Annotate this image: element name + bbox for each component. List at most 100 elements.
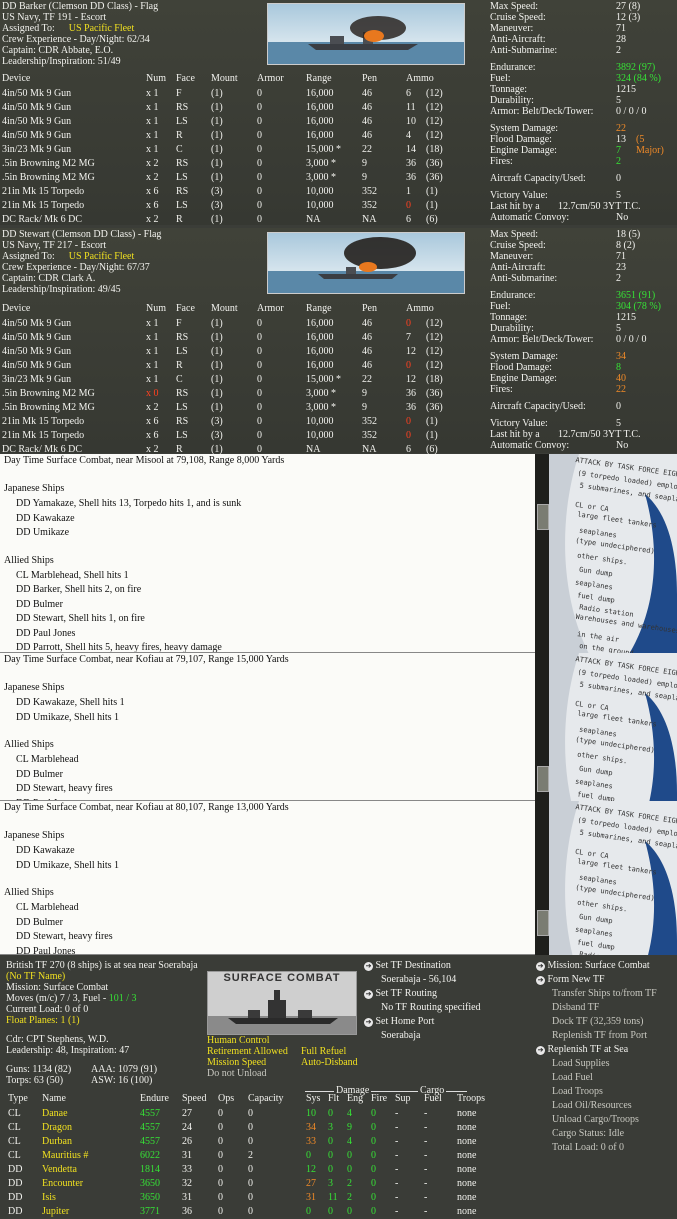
stat-value: 0 / 0 / 0: [616, 106, 647, 117]
stat-value: 40: [616, 373, 626, 384]
tf-action[interactable]: Disband TF: [552, 1002, 599, 1013]
weapon-face: F: [176, 88, 182, 99]
col-ops[interactable]: Ops: [218, 1093, 234, 1104]
option-mission-speed[interactable]: Mission Speed: [207, 1057, 288, 1068]
tf-ship-row[interactable]: CL Danae 4557 27 0 0 10 0 4 0 - - none: [0, 1107, 520, 1121]
tf-action[interactable]: Load Troops: [552, 1086, 603, 1097]
weapon-row[interactable]: 3in/23 Mk 9 Gun x 1 C (1) 0 15,000 * 22 12 (18): [0, 373, 480, 387]
col-sys[interactable]: Sys: [306, 1093, 320, 1104]
set-routing[interactable]: Set TF Routing: [376, 988, 438, 999]
intel-document-image: ATTACK BY TASK FORCE EIGHT. (9 torpedo lo…: [549, 454, 677, 653]
col-name[interactable]: Name: [42, 1093, 66, 1104]
weapon-armor: 0: [257, 360, 262, 371]
col-fire[interactable]: Fire: [371, 1093, 387, 1104]
weapon-row[interactable]: 4in/50 Mk 9 Gun x 1 R (1) 0 16,000 46 0 (12): [0, 359, 480, 373]
col-capacity[interactable]: Capacity: [248, 1093, 284, 1104]
tf-action[interactable]: Replenish TF from Port: [552, 1030, 647, 1041]
tf-ship-row[interactable]: CL Durban 4557 26 0 0 33 0 4 0 - - none: [0, 1135, 520, 1149]
option-retirement[interactable]: Retirement Allowed: [207, 1046, 288, 1057]
col-flt[interactable]: Flt: [328, 1093, 339, 1104]
weapon-row[interactable]: 21in Mk 15 Torpedo x 6 RS (3) 0 10,000 352 0 (1): [0, 415, 480, 429]
tf-ship-row[interactable]: CL Mauritius # 6022 31 0 2 0 0 0 0 - - none: [0, 1149, 520, 1163]
tf-commander[interactable]: Cdr: CPT Stephens, W.D.: [6, 1034, 198, 1045]
tf-action[interactable]: ➔ Form New TF: [536, 974, 605, 985]
option-do-not-unload[interactable]: Do not Unload: [207, 1068, 288, 1079]
weapon-face: LS: [176, 116, 188, 127]
col-type[interactable]: Type: [8, 1093, 28, 1104]
weapon-row[interactable]: 4in/50 Mk 9 Gun x 1 F (1) 0 16,000 46 0 (12): [0, 317, 480, 331]
weapon-row[interactable]: DC Rack/ Mk 6 DC x 2 R (1) 0 NA NA 6 (6): [0, 213, 480, 227]
allied-ship: DD Stewart, heavy fires: [16, 783, 113, 794]
weapon-row[interactable]: .5in Browning M2 MG x 2 LS (1) 0 3,000 * 9 36 (3…: [0, 171, 480, 185]
tf-action-label: Load Fuel: [552, 1072, 593, 1083]
option-auto-disband[interactable]: Auto-Disband: [301, 1057, 358, 1068]
weapon-row[interactable]: .5in Browning M2 MG x 0 RS (1) 0 3,000 * 9 36 (3…: [0, 387, 480, 401]
tf-action[interactable]: ➔ Replenish TF at Sea: [536, 1044, 628, 1055]
tf-action[interactable]: Unload Cargo/Troops: [552, 1114, 639, 1125]
tf-action[interactable]: Transfer Ships to/from TF: [552, 988, 657, 999]
assigned-value[interactable]: US Pacific Fleet: [55, 251, 135, 262]
weapon-row[interactable]: 4in/50 Mk 9 Gun x 1 F (1) 0 16,000 46 6 (12): [0, 87, 480, 101]
weapon-ammo: 36: [406, 402, 416, 413]
scrollbar-1[interactable]: [535, 454, 549, 653]
scrollbar-thumb-3[interactable]: [537, 910, 549, 936]
tf-cell-fuel: -: [424, 1108, 428, 1119]
weapon-row[interactable]: .5in Browning M2 MG x 2 LS (1) 0 3,000 * 9 36 (3…: [0, 401, 480, 415]
col-eng[interactable]: Eng: [347, 1093, 363, 1104]
tf-float-planes[interactable]: Float Planes: 1 (1): [6, 1015, 198, 1026]
tf-cell-fuel: -: [424, 1122, 428, 1133]
weapon-row[interactable]: 4in/50 Mk 9 Gun x 1 R (1) 0 16,000 46 4 (12): [0, 129, 480, 143]
tf-cell-endure: 6022: [140, 1150, 160, 1161]
tf-action[interactable]: Load Supplies: [552, 1058, 610, 1069]
weapon-row[interactable]: 21in Mk 15 Torpedo x 6 LS (3) 0 10,000 352 0 (1): [0, 429, 480, 443]
tf-action[interactable]: Total Load: 0 of 0: [552, 1142, 624, 1153]
scrollbar-thumb-2[interactable]: [537, 766, 549, 792]
stat-value: 0 / 0 / 0: [616, 334, 647, 345]
tf-cell-eng: 2: [347, 1192, 352, 1203]
weapon-row[interactable]: 21in Mk 15 Torpedo x 6 LS (3) 0 10,000 352 0 (1): [0, 199, 480, 213]
stat-label: Engine Damage:: [490, 145, 557, 156]
weapon-row[interactable]: 4in/50 Mk 9 Gun x 1 RS (1) 0 16,000 46 7 (12): [0, 331, 480, 345]
tf-action[interactable]: Cargo Status: Idle: [552, 1128, 624, 1139]
tf-action-label: Transfer Ships to/from TF: [552, 988, 657, 999]
tf-cell-ops: 0: [218, 1150, 223, 1161]
tf-action-label: Total Load: 0 of 0: [552, 1142, 625, 1153]
weapon-num: x 6: [146, 416, 159, 427]
col-speed[interactable]: Speed: [182, 1093, 206, 1104]
tf-ship-row[interactable]: DD Encounter 3650 32 0 0 27 3 2 0- - none: [0, 1177, 520, 1191]
col-endure[interactable]: Endure: [140, 1093, 169, 1104]
option-full-refuel[interactable]: Full Refuel: [301, 1046, 358, 1057]
weapon-ammo: 10: [406, 116, 416, 127]
scrollbar-thumb-1[interactable]: [537, 504, 549, 530]
tf-action[interactable]: Load Oil/Resources: [552, 1100, 632, 1111]
weapon-row[interactable]: 3in/23 Mk 9 Gun x 1 C (1) 0 15,000 * 22 14 (18): [0, 143, 480, 157]
tf-cell-type: CL: [8, 1150, 21, 1161]
assigned-value[interactable]: US Pacific Fleet: [55, 23, 135, 34]
tf-action[interactable]: ➔ Mission: Surface Combat: [536, 960, 650, 971]
set-destination[interactable]: Set TF Destination: [376, 960, 451, 971]
stat-label: Victory Value:: [490, 418, 548, 429]
weapon-ammo: 6: [406, 214, 411, 225]
tf-ship-row[interactable]: CL Dragon 4557 24 0 0 34 3 9 0 - - none: [0, 1121, 520, 1135]
tf-action[interactable]: Dock TF (32,359 tons): [552, 1016, 643, 1027]
arrow-icon: ➔: [536, 1046, 545, 1055]
stat-value: 22: [616, 123, 626, 134]
tf-ship-row[interactable]: DD Isis 3650 31 0 0 31 11 2 0 - - none: [0, 1191, 520, 1205]
weapon-row[interactable]: 21in Mk 15 Torpedo x 6 RS (3) 0 10,000 352 1 (1): [0, 185, 480, 199]
weapon-row[interactable]: .5in Browning M2 MG x 2 RS (1) 0 3,000 * 9 36 (3…: [0, 157, 480, 171]
option-human-control[interactable]: Human Control: [207, 1035, 288, 1046]
set-home-port[interactable]: Set Home Port: [376, 1016, 435, 1027]
weapon-num: x 1: [146, 346, 159, 357]
stat-value: 3651 (91): [616, 290, 656, 301]
col-fuel[interactable]: Fuel: [424, 1093, 442, 1104]
col-sup[interactable]: Sup: [395, 1093, 411, 1104]
weapon-row[interactable]: 4in/50 Mk 9 Gun x 1 LS (1) 0 16,000 46 12 (12): [0, 345, 480, 359]
tf-action[interactable]: Load Fuel: [552, 1072, 593, 1083]
combat-report-3: Day Time Surface Combat, near Kofiau at …: [0, 801, 535, 955]
col-troops[interactable]: Troops: [457, 1093, 485, 1104]
tf-cell-ops: 0: [218, 1192, 223, 1203]
tf-name[interactable]: (No TF Name): [6, 971, 198, 982]
weapon-row[interactable]: 4in/50 Mk 9 Gun x 1 RS (1) 0 16,000 46 11 (12): [0, 101, 480, 115]
weapon-row[interactable]: 4in/50 Mk 9 Gun x 1 LS (1) 0 16,000 46 10 (12): [0, 115, 480, 129]
tf-ship-row[interactable]: DD Vendetta 1814 33 0 0 12 0 0 0 - - none: [0, 1163, 520, 1177]
